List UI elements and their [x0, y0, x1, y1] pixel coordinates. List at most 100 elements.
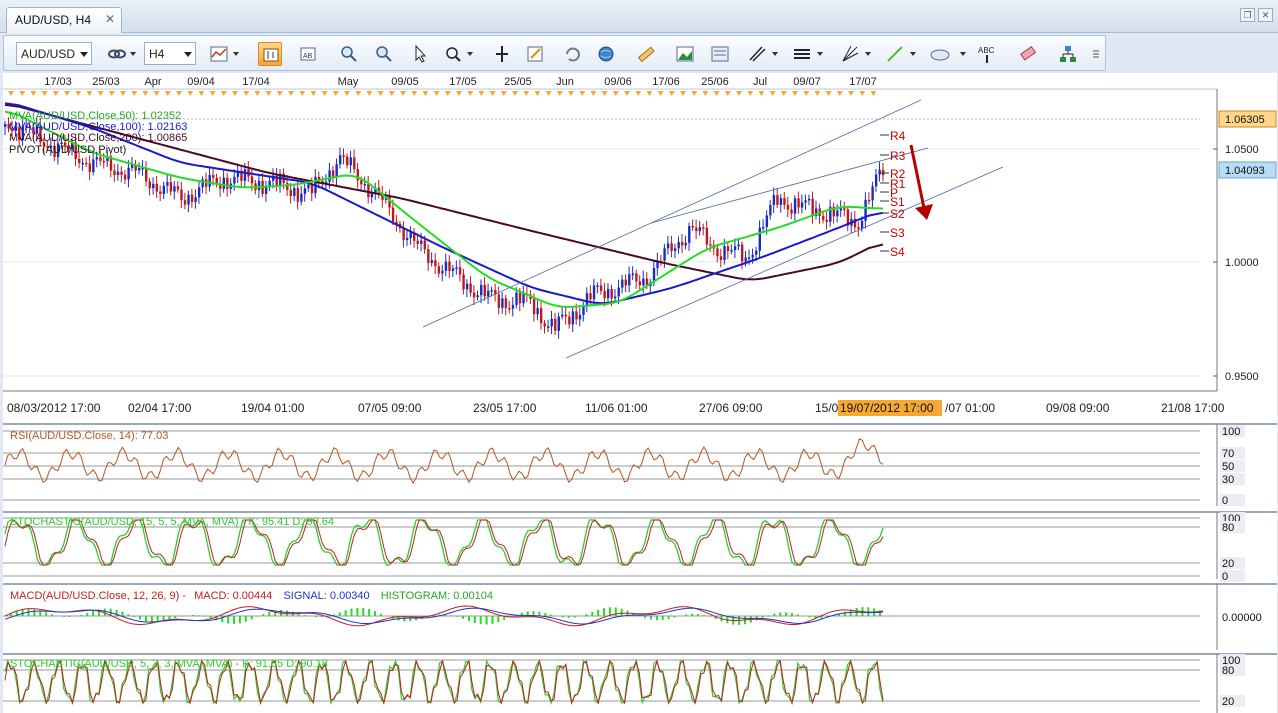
properties-icon[interactable] — [523, 42, 547, 66]
candle-body — [176, 186, 180, 190]
session-marker — [814, 91, 821, 96]
timeframe-select[interactable]: H4 — [144, 42, 196, 65]
candle-body — [353, 157, 356, 170]
session-marker — [724, 91, 731, 96]
pivot-label: S3 — [890, 226, 905, 240]
candle-body — [730, 250, 733, 252]
candle-body — [804, 200, 807, 203]
pivot-label: R4 — [890, 129, 906, 143]
bottom-date-label: 07/05 09:00 — [358, 401, 422, 415]
macd-value: MACD: 0.00444 — [194, 590, 272, 602]
restore-icon[interactable]: ❐ — [1240, 8, 1255, 22]
link-icon[interactable] — [105, 42, 129, 66]
session-marker — [366, 91, 373, 96]
bars-icon[interactable]: AB — [296, 42, 320, 66]
session-marker — [332, 91, 339, 96]
crosshair-icon[interactable] — [441, 42, 465, 66]
hierarchy-icon[interactable] — [1056, 42, 1080, 66]
candle-body — [300, 193, 303, 202]
candle-body — [744, 257, 747, 262]
price-tick-label: 1.0000 — [1225, 257, 1259, 269]
candle-body — [152, 183, 155, 189]
toolbar-overflow-icon[interactable] — [1089, 42, 1103, 66]
cursor-icon[interactable] — [408, 42, 432, 66]
image-icon[interactable] — [673, 42, 697, 66]
template-icon[interactable] — [708, 42, 732, 66]
candle-body — [194, 197, 197, 202]
pane-tick-label: 80 — [1222, 665, 1234, 677]
candle-body — [190, 194, 194, 202]
pane-tick-label: 70 — [1222, 448, 1234, 460]
trendline-icon[interactable] — [883, 42, 907, 66]
zoom-in-icon[interactable] — [337, 42, 361, 66]
pane-tick-label: 100 — [1222, 426, 1240, 438]
session-marker — [702, 91, 709, 96]
chart-svg[interactable]: 17/03 25/03 Apr 09/04 17/04 May 09/05 17/05 25/0… — [3, 73, 1277, 713]
close-window-icon[interactable]: ✕ — [1258, 8, 1273, 22]
horizontal-lines-icon[interactable] — [790, 42, 814, 66]
chart-area[interactable]: 17/03 25/03 Apr 09/04 17/04 May 09/05 17/05 25/0… — [3, 73, 1277, 713]
candle-body — [349, 157, 352, 166]
candle-body — [416, 240, 419, 244]
ellipse-icon[interactable] — [928, 42, 952, 66]
candle-body — [490, 290, 494, 292]
macd-pane[interactable]: MACD(AUD/USD.Close, 12, 26, 9) - MACD: 0… — [10, 590, 1262, 624]
globe-icon[interactable] — [594, 42, 618, 66]
session-marker — [120, 91, 126, 96]
session-marker — [41, 91, 48, 96]
rsi-pane[interactable]: RSI(AUD/USD.Close, 14): 77.03 — [10, 430, 168, 442]
stochastic-15-pane[interactable]: STOCHASTIC(AUD/USD, 15, 5, 5, MVA, MVA) … — [10, 516, 334, 528]
candle-body — [469, 283, 472, 293]
top-date-label: 25/05 — [504, 76, 532, 88]
candle-body — [4, 124, 7, 127]
candle-body — [666, 243, 670, 249]
down-arrow-head — [915, 204, 933, 220]
session-marker — [792, 91, 798, 96]
pane-tick-label: 50 — [1222, 461, 1234, 473]
bottom-date-label: 02/04 17:00 — [128, 401, 192, 415]
candle-body — [800, 202, 804, 208]
text-tool-icon[interactable]: ABC — [975, 42, 999, 66]
stochastic-5-pane[interactable]: STOCHASTIC(AUD/USD, 5, 3, 3, MVA, MVA) -… — [10, 658, 328, 670]
candle-body — [335, 164, 338, 178]
candle-body — [698, 227, 702, 232]
svg-text:ABC: ABC — [978, 46, 995, 55]
candle-body — [719, 256, 723, 261]
ruler-icon[interactable] — [634, 42, 658, 66]
candles-icon[interactable] — [258, 42, 282, 66]
chart-tab[interactable]: AUD/USD, H4 ✕ — [6, 7, 122, 33]
candle-body — [310, 184, 314, 194]
candle-body — [293, 188, 296, 197]
candle-body — [578, 314, 582, 320]
channel-line — [422, 99, 922, 328]
candle-body — [455, 267, 458, 269]
candle-body — [363, 183, 367, 186]
candle-body — [257, 180, 261, 191]
close-icon[interactable]: ✕ — [105, 12, 115, 26]
chart-type-icon[interactable] — [207, 42, 231, 66]
candle-body — [465, 283, 469, 290]
symbol-select[interactable]: AUD/USD — [16, 42, 92, 65]
candle-body — [501, 298, 504, 308]
refresh-icon[interactable] — [561, 42, 585, 66]
candle-body — [596, 285, 599, 287]
session-marker — [803, 91, 810, 96]
fan-icon[interactable] — [838, 42, 862, 66]
current-price-label: 1.04093 — [1225, 165, 1265, 177]
top-date-label: Jul — [753, 76, 767, 88]
indicator-icon[interactable] — [490, 42, 514, 66]
zoom-out-icon[interactable] — [372, 42, 396, 66]
candle-body — [487, 290, 490, 297]
session-marker — [512, 91, 518, 96]
candle-body — [716, 248, 719, 257]
candle-body — [342, 155, 345, 157]
candle-body — [264, 186, 268, 194]
top-date-label: 09/07 — [793, 76, 821, 88]
session-marker — [52, 91, 59, 96]
session-marker — [780, 91, 787, 96]
candle-body — [434, 260, 437, 267]
eraser-icon[interactable] — [1016, 42, 1040, 66]
candle-body — [606, 288, 610, 299]
session-marker — [388, 91, 395, 96]
line-tools-icon[interactable] — [745, 42, 769, 66]
